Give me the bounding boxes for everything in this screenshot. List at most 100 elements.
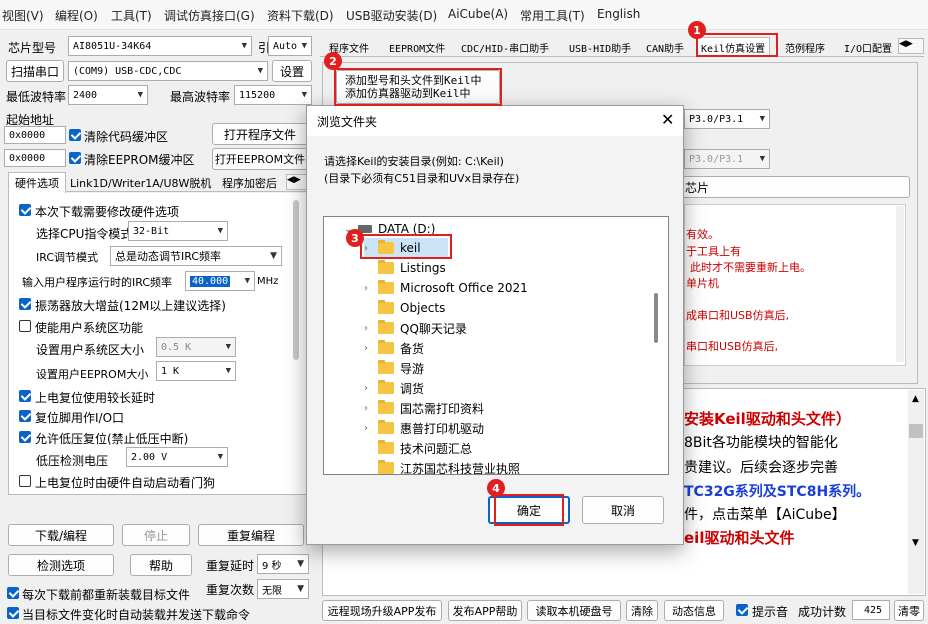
port-value: (COM9) USB-CDC,CDC bbox=[73, 65, 182, 77]
chip-button[interactable]: 芯片 bbox=[682, 176, 910, 198]
read-disk-button[interactable]: 读取本机硬盘号 bbox=[527, 600, 621, 621]
repeat-delay-select[interactable]: 9 秒 ▼ bbox=[257, 554, 309, 574]
tab-cdc-hid[interactable]: CDC/HID-串口助手 bbox=[457, 37, 553, 57]
code-address-input[interactable]: 0x0000 bbox=[4, 126, 66, 144]
menu-common-tools[interactable]: 常用工具(T) bbox=[520, 7, 585, 24]
tree-folder[interactable]: 江苏国芯科技营业执照 bbox=[364, 458, 520, 474]
chevron-down-icon: ▼ bbox=[301, 90, 307, 100]
irc-mode-select[interactable]: 总是动态调节IRC频率 ▼ bbox=[110, 246, 282, 266]
menu-view[interactable]: 视图(V) bbox=[2, 7, 44, 24]
tab-hardware-options[interactable]: 硬件选项 bbox=[8, 172, 66, 193]
scroll-thumb[interactable] bbox=[909, 424, 923, 438]
tree-folder[interactable]: Objects bbox=[364, 298, 445, 318]
tree-folder[interactable]: 导游 bbox=[364, 358, 424, 378]
step-badge-2: 2 bbox=[324, 52, 342, 70]
notes-scrollbar[interactable] bbox=[896, 206, 904, 362]
tab-examples[interactable]: 范例程序 bbox=[781, 37, 829, 57]
tab-io-config[interactable]: I/O口配置 bbox=[840, 37, 898, 57]
right-tab-scroll[interactable]: ◀▶ bbox=[898, 38, 924, 54]
port-select[interactable]: (COM9) USB-CDC,CDC ▼ bbox=[68, 61, 268, 81]
osc-gain-checkbox[interactable] bbox=[19, 298, 31, 310]
tab-encryption[interactable]: 程序加密后 bbox=[222, 175, 286, 191]
tree-folder[interactable]: Listings bbox=[364, 258, 446, 278]
folder-icon bbox=[378, 440, 394, 454]
clear-button[interactable]: 清除 bbox=[626, 600, 658, 621]
power-reset-delay-checkbox[interactable] bbox=[19, 390, 31, 402]
folder-icon bbox=[378, 340, 394, 354]
reload-each-checkbox[interactable] bbox=[7, 587, 19, 599]
tree-folder[interactable]: › 备货 bbox=[364, 338, 424, 358]
cancel-button[interactable]: 取消 bbox=[582, 496, 664, 524]
menu-program[interactable]: 编程(O) bbox=[55, 7, 98, 24]
tree-folder[interactable]: 技术问题汇总 bbox=[364, 438, 472, 458]
clear-code-checkbox[interactable] bbox=[69, 129, 81, 141]
chevron-right-icon: › bbox=[364, 342, 368, 354]
menu-debug-interface[interactable]: 调试仿真接口(G) bbox=[164, 7, 255, 24]
sim-port-select-2[interactable]: P3.0/P3.1 ▼ bbox=[684, 149, 770, 169]
lvr-voltage-select[interactable]: 2.00 V ▼ bbox=[126, 447, 228, 467]
lvr-voltage-label: 低压检测电压 bbox=[36, 454, 109, 468]
close-icon[interactable]: ✕ bbox=[661, 110, 674, 129]
tab-offline[interactable]: Link1D/Writer1A/U8W脱机 bbox=[70, 175, 211, 191]
tree-folder[interactable]: › 国芯需打印资料 bbox=[364, 398, 484, 418]
clear-code-label: 清除代码缓冲区 bbox=[84, 130, 169, 144]
tree-scrollbar[interactable] bbox=[654, 293, 658, 343]
clear-count-button[interactable]: 清零 bbox=[894, 600, 924, 621]
min-baud-select[interactable]: 2400 ▼ bbox=[68, 85, 148, 105]
reload-each-label: 每次下载前都重新装载目标文件 bbox=[22, 588, 191, 602]
watchdog-checkbox[interactable] bbox=[19, 475, 31, 487]
note-4: 单片机 bbox=[686, 277, 719, 290]
folder-icon bbox=[378, 360, 394, 374]
eeprom-size-select[interactable]: 1 K ▼ bbox=[156, 361, 236, 381]
menu-aicube[interactable]: AiCube(A) bbox=[448, 7, 508, 21]
tab-can[interactable]: CAN助手 bbox=[642, 37, 688, 57]
reset-pin-io-checkbox[interactable] bbox=[19, 410, 31, 422]
clear-eeprom-checkbox[interactable] bbox=[69, 152, 81, 164]
menu-english[interactable]: English bbox=[597, 7, 640, 21]
tab-eeprom-file[interactable]: EEPROM文件 bbox=[385, 37, 449, 57]
step-badge-1: 1 bbox=[688, 21, 706, 39]
options-scrollbar[interactable] bbox=[293, 200, 299, 360]
beep-checkbox[interactable] bbox=[736, 604, 748, 616]
chip-model-select[interactable]: AI8051U-34K64 ▼ bbox=[68, 36, 252, 56]
menu-tools[interactable]: 工具(T) bbox=[111, 7, 152, 24]
info-scrollbar[interactable]: ▲ ▼ bbox=[908, 390, 924, 594]
detect-options-button[interactable]: 检测选项 bbox=[8, 554, 114, 576]
tree-folder[interactable]: › 调货 bbox=[364, 378, 424, 398]
open-program-file-button[interactable]: 打开程序文件 bbox=[212, 123, 308, 145]
menu-downloads[interactable]: 资料下载(D) bbox=[267, 7, 334, 24]
tree-folder[interactable]: › Microsoft Office 2021 bbox=[364, 278, 528, 298]
cpu-instr-select[interactable]: 32-Bit ▼ bbox=[128, 221, 228, 241]
sys-area-size-select[interactable]: 0.5 K ▼ bbox=[156, 337, 236, 357]
remote-upgrade-button[interactable]: 远程现场升级APP发布 bbox=[322, 600, 442, 621]
irc-freq-input[interactable]: 40.000 ▼ bbox=[185, 271, 255, 291]
folder-label: 调货 bbox=[400, 381, 425, 396]
download-program-button[interactable]: 下载/编程 bbox=[8, 524, 114, 546]
eeprom-address-input[interactable]: 0x0000 bbox=[4, 149, 66, 167]
menu-usb-driver[interactable]: USB驱动安装(D) bbox=[346, 7, 437, 24]
tab-usb-hid[interactable]: USB-HID助手 bbox=[565, 37, 635, 57]
repeat-count-select[interactable]: 无限 ▼ bbox=[257, 579, 309, 599]
folder-icon bbox=[378, 320, 394, 334]
irc-freq-value: 40.000 bbox=[190, 275, 231, 287]
pin-count-select[interactable]: Auto ▼ bbox=[268, 36, 312, 56]
tree-folder[interactable]: › QQ聊天记录 bbox=[364, 318, 467, 338]
folder-label: QQ聊天记录 bbox=[400, 321, 467, 336]
publish-help-button[interactable]: 发布APP帮助 bbox=[448, 600, 522, 621]
dynamic-info-button[interactable]: 动态信息 bbox=[664, 600, 724, 621]
help-button[interactable]: 帮助 bbox=[130, 554, 192, 576]
user-sys-area-checkbox[interactable] bbox=[19, 320, 31, 332]
sim-port-select-1[interactable]: P3.0/P3.1 ▼ bbox=[684, 109, 770, 129]
max-baud-select[interactable]: 115200 ▼ bbox=[234, 85, 312, 105]
settings-button[interactable]: 设置 bbox=[272, 60, 312, 82]
irc-freq-unit: MHz bbox=[257, 276, 279, 287]
auto-reload-checkbox[interactable] bbox=[7, 607, 19, 619]
scan-port-button[interactable]: 扫描串口 bbox=[6, 60, 64, 82]
allow-lvr-checkbox[interactable] bbox=[19, 431, 31, 443]
tree-folder[interactable]: › 惠普打印机驱动 bbox=[364, 418, 484, 438]
repeat-program-button[interactable]: 重复编程 bbox=[198, 524, 304, 546]
open-eeprom-file-button[interactable]: 打开EEPROM文件 bbox=[212, 148, 308, 170]
need-modify-checkbox[interactable] bbox=[19, 204, 31, 216]
stop-button[interactable]: 停止 bbox=[122, 524, 190, 546]
rich-line-6: eil驱动和头文件 bbox=[684, 529, 795, 547]
